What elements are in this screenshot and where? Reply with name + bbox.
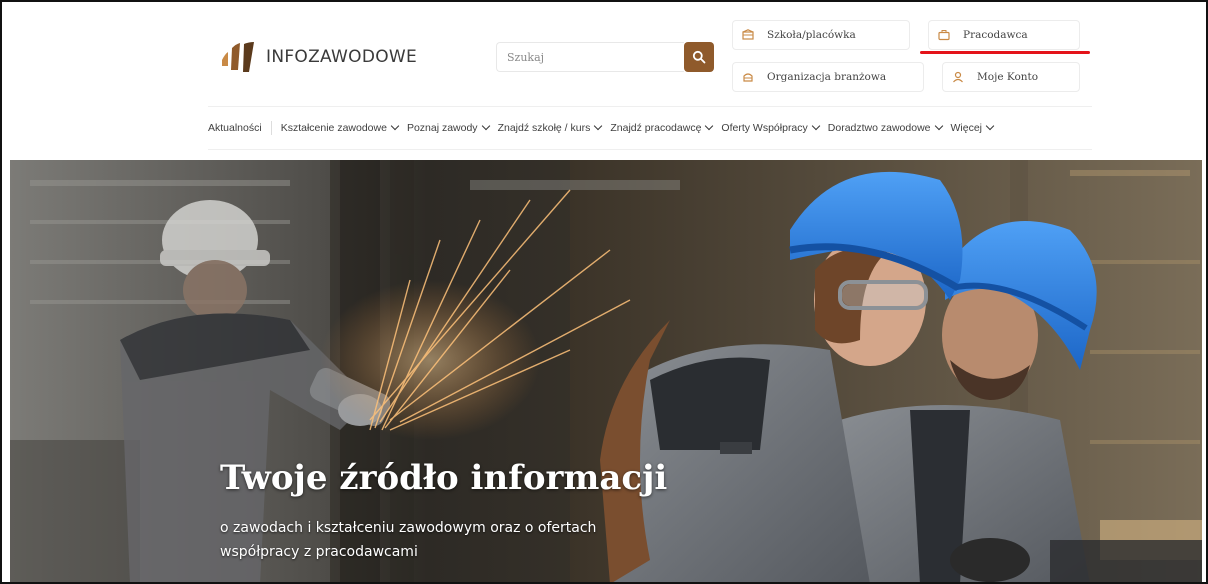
nav-item-label: Więcej <box>950 122 983 134</box>
employer-link-label: Pracodawca <box>963 29 1028 41</box>
logo-text: INFOZAWODOWE <box>266 47 418 67</box>
nav-item-doradztwo[interactable]: Doradztwo zawodowe <box>827 121 943 134</box>
chevron-down-icon <box>705 121 714 131</box>
nav-separator <box>270 121 272 135</box>
hero-banner: Twoje źródło informacji o zawodach i ksz… <box>10 160 1202 582</box>
nav-item-label: Znajdź pracodawcę <box>610 122 702 134</box>
nav-item-label: Znajdź szkołę / kurs <box>497 122 591 134</box>
chevron-down-icon <box>594 121 603 131</box>
nav-item-poznaj-zawody[interactable]: Poznaj zawody <box>406 121 490 134</box>
nav-item-oferty-wspolpracy[interactable]: Oferty Współpracy <box>721 121 821 134</box>
chevron-down-icon <box>481 121 490 131</box>
nav-item-label: Aktualności <box>208 122 262 134</box>
my-account-label: Moje Konto <box>977 71 1039 83</box>
nav-item-znajdz-szkole[interactable]: Znajdź szkołę / kurs <box>497 121 603 134</box>
employer-active-underline <box>920 51 1090 54</box>
chevron-down-icon <box>390 121 400 131</box>
nav-item-ksztalcenie[interactable]: Kształcenie zawodowe <box>280 121 400 134</box>
chevron-down-icon <box>985 121 995 131</box>
briefcase-icon <box>929 29 959 41</box>
school-link-button[interactable]: Szkoła/placówka <box>732 20 910 50</box>
site-header: INFOZAWODOWE Szkoła/placówka Pracodawca <box>10 10 1202 160</box>
nav-item-label: Oferty Współpracy <box>721 122 808 134</box>
search-button[interactable] <box>684 42 714 72</box>
organization-icon <box>733 71 763 83</box>
nav-item-label: Doradztwo zawodowe <box>827 122 931 134</box>
search-icon <box>692 50 706 64</box>
site-logo[interactable]: INFOZAWODOWE <box>216 40 417 74</box>
nav-item-label: Kształcenie zawodowe <box>280 122 387 134</box>
my-account-button[interactable]: Moje Konto <box>942 62 1080 92</box>
industry-org-link-button[interactable]: Organizacja branżowa <box>732 62 924 92</box>
hero-title: Twoje źródło informacji <box>220 458 668 498</box>
search-bar <box>496 42 714 72</box>
chevron-down-icon <box>811 121 821 131</box>
logo-mark-icon <box>222 42 254 72</box>
main-nav: Aktualności Kształcenie zawodowe Poznaj … <box>208 106 1092 150</box>
employer-link-button[interactable]: Pracodawca <box>928 20 1080 50</box>
nav-item-label: Poznaj zawody <box>406 122 478 134</box>
school-icon <box>733 29 763 41</box>
industry-org-link-label: Organizacja branżowa <box>767 71 887 83</box>
nav-item-wiecej[interactable]: Więcej <box>950 121 995 134</box>
hero-subtitle: o zawodach i kształceniu zawodowym oraz … <box>220 520 597 560</box>
search-input[interactable] <box>496 42 684 72</box>
nav-item-znajdz-pracodawce[interactable]: Znajdź pracodawcę <box>610 121 714 134</box>
user-icon <box>943 71 973 83</box>
school-link-label: Szkoła/placówka <box>767 29 856 41</box>
chevron-down-icon <box>934 121 943 131</box>
nav-item-aktualnosci[interactable]: Aktualności <box>208 122 262 134</box>
page-frame: INFOZAWODOWE Szkoła/placówka Pracodawca <box>0 0 1208 584</box>
